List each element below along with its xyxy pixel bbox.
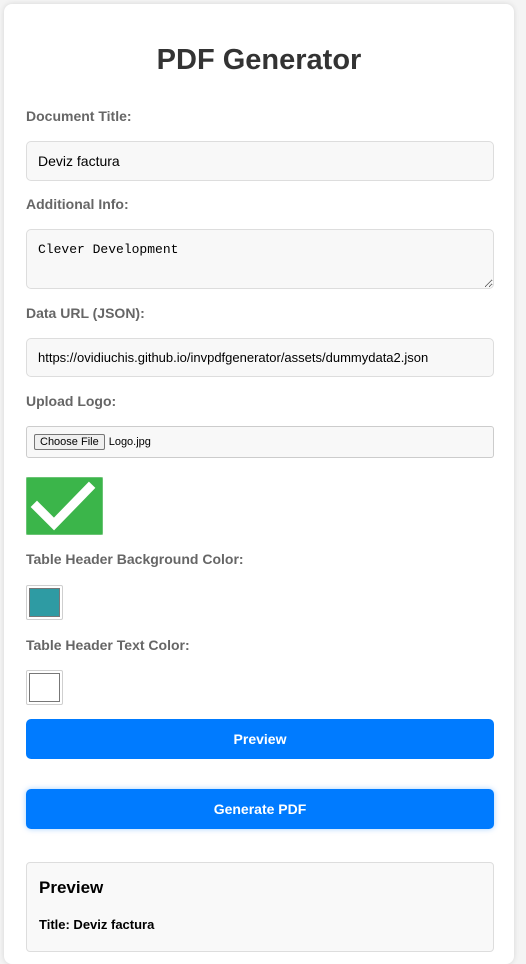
preview-heading: Preview bbox=[39, 878, 104, 897]
preview-panel: Preview Title: Deviz factura bbox=[26, 862, 494, 952]
header-bg-color-picker[interactable] bbox=[26, 585, 63, 620]
header-text-color-label: Table Header Text Color: bbox=[26, 637, 190, 653]
header-text-color-picker[interactable] bbox=[26, 670, 63, 705]
preview-button[interactable]: Preview bbox=[26, 719, 494, 759]
header-bg-color-label: Table Header Background Color: bbox=[26, 551, 244, 567]
selected-file-name: Logo.jpg bbox=[108, 436, 151, 448]
header-text-color-swatch bbox=[29, 673, 60, 702]
logo-file-input[interactable]: Choose File Logo.jpg bbox=[26, 426, 494, 458]
header-bg-color-swatch bbox=[29, 588, 60, 617]
page-title: PDF Generator bbox=[156, 44, 362, 76]
data-url-label: Data URL (JSON): bbox=[26, 305, 145, 321]
document-title-label: Document Title: bbox=[26, 108, 132, 124]
preview-title-line: Title: Deviz factura bbox=[39, 917, 155, 932]
green-checkmark-icon bbox=[26, 477, 103, 535]
document-title-input[interactable] bbox=[26, 141, 494, 181]
generate-pdf-button[interactable]: Generate PDF bbox=[26, 789, 494, 829]
choose-file-button[interactable]: Choose File bbox=[34, 434, 105, 450]
additional-info-textarea[interactable]: Clever Development bbox=[26, 229, 494, 289]
upload-logo-label: Upload Logo: bbox=[26, 393, 117, 409]
data-url-input[interactable] bbox=[26, 338, 494, 377]
additional-info-label: Additional Info: bbox=[26, 196, 129, 212]
